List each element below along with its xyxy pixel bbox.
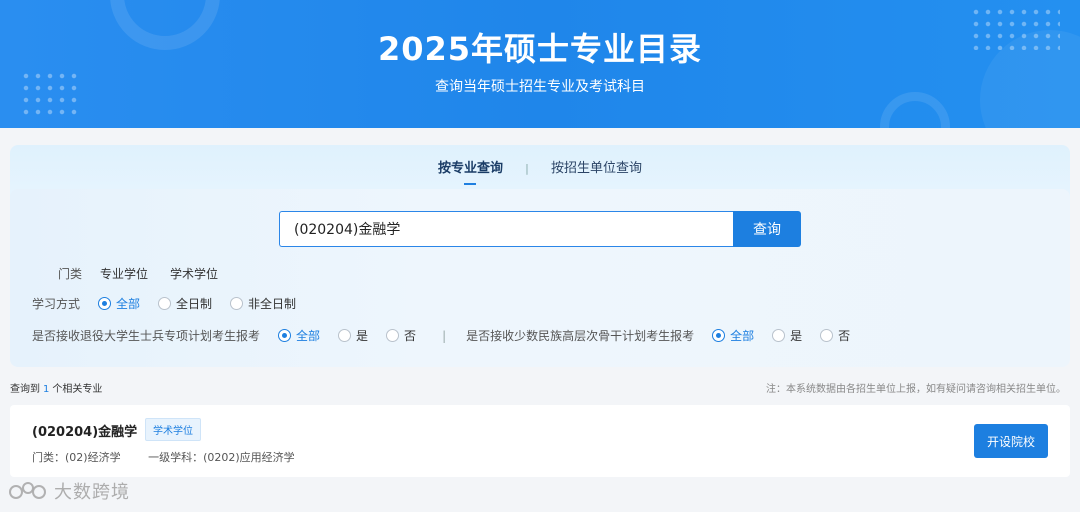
open-institutions-button[interactable]: 开设院校 (974, 424, 1048, 458)
data-source-note: 注：本系统数据由各招生单位上报，如有疑问请咨询相关招生单位。 (766, 384, 1066, 395)
page-title: 2025年硕士专业目录 (377, 30, 703, 68)
result-item: (020204)金融学 学术学位 门类：(02)经济学 一级学科：(0202)应… (10, 405, 1070, 477)
radio-dot (278, 329, 292, 342)
watermark-text: 大数跨境 (54, 482, 130, 503)
watermark: 大数跨境 (8, 478, 130, 504)
study-mode-parttime-radio[interactable]: 非全日制 (230, 295, 296, 312)
minority-yes-radio[interactable]: 是 (772, 327, 802, 344)
results-summary: 查询到 1 个相关专业 (10, 384, 103, 395)
header-banner: 2025年硕士专业目录 查询当年硕士招生专业及考试科目 (0, 0, 1080, 128)
results-count: 1 (43, 384, 50, 395)
category-filter: 门类 专业学位 学术学位 (58, 265, 240, 282)
major-title: (020204)金融学 (32, 425, 138, 440)
major-category: 门类：(02)经济学 (32, 451, 121, 464)
radio-dot (712, 329, 726, 342)
filter-panel: 查询 门类 专业学位 学术学位 学习方式 全部 全日制 非全日制 是否接收退役大… (10, 189, 1070, 367)
study-mode-all-radio[interactable]: 全部 (98, 295, 140, 312)
search-button[interactable]: 查询 (733, 211, 801, 247)
study-mode-fulltime-radio[interactable]: 全日制 (158, 295, 212, 312)
radio-dot (158, 297, 172, 310)
degree-type-badge: 学术学位 (145, 418, 201, 441)
page-subtitle: 查询当年硕士招生专业及考试科目 (435, 79, 645, 95)
query-tabs: 按专业查询 | 按招生单位查询 (10, 157, 1070, 176)
minority-no-radio[interactable]: 否 (820, 327, 850, 344)
radio-dot (820, 329, 834, 342)
minority-all-radio[interactable]: 全部 (712, 327, 754, 344)
veteran-all-radio[interactable]: 全部 (278, 327, 320, 344)
tab-by-major[interactable]: 按专业查询 (438, 157, 503, 176)
veteran-yes-radio[interactable]: 是 (338, 327, 368, 344)
radio-dot (98, 297, 112, 310)
major-discipline: 一级学科：(0202)应用经济学 (148, 451, 295, 464)
filter-separator: | (442, 328, 447, 343)
watermark-logo-icon (9, 482, 46, 499)
tab-separator: | (525, 162, 529, 175)
study-mode-label: 学习方式 (32, 297, 81, 311)
major-meta: 门类：(02)经济学 一级学科：(0202)应用经济学 (32, 449, 319, 465)
radio-dot (338, 329, 352, 342)
search-card: 按专业查询 | 按招生单位查询 查询 门类 专业学位 学术学位 学习方式 全部 … (10, 145, 1070, 367)
decor-circle (880, 92, 950, 128)
radio-dot (772, 329, 786, 342)
minority-plan-label: 是否接收少数民族高层次骨干计划考生报考 (466, 329, 695, 343)
study-mode-filter: 学习方式 全部 全日制 非全日制 (32, 295, 314, 312)
radio-dot (386, 329, 400, 342)
search-bar: 查询 (279, 211, 801, 247)
veteran-no-radio[interactable]: 否 (386, 327, 416, 344)
special-plan-filters: 是否接收退役大学生士兵专项计划考生报考 全部 是 否 | 是否接收少数民族高层次… (32, 327, 868, 344)
tab-by-institution[interactable]: 按招生单位查询 (551, 157, 642, 176)
search-input[interactable] (279, 211, 733, 247)
veteran-plan-label: 是否接收退役大学生士兵专项计划考生报考 (32, 329, 261, 343)
category-option-academic[interactable]: 学术学位 (170, 265, 218, 282)
category-label: 门类 (58, 267, 83, 281)
radio-dot (230, 297, 244, 310)
category-option-professional[interactable]: 专业学位 (100, 265, 148, 282)
